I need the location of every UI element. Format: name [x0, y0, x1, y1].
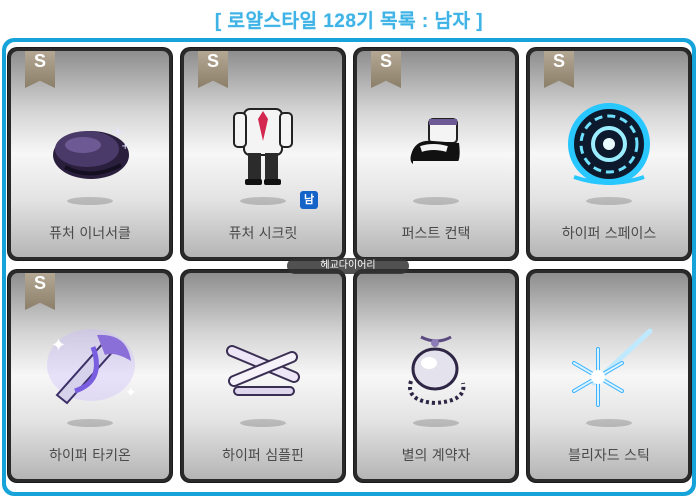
- s-rank-badge: S: [25, 273, 55, 310]
- svg-text:+: +: [111, 122, 124, 141]
- black-white-shoes-icon: [410, 118, 460, 166]
- blue-portal-ring-icon: [568, 103, 650, 185]
- purple-beret-hat-icon: + +: [53, 122, 129, 179]
- item-card[interactable]: 블리자드 스틱: [527, 270, 691, 482]
- svg-text:+: +: [121, 141, 129, 152]
- item-name: 퍼스트 컨택: [401, 226, 471, 242]
- item-card[interactable]: S + + 퓨처 이너서클: [8, 48, 172, 260]
- item-card[interactable]: S 남 퓨처 시크릿: [181, 48, 345, 260]
- item-card[interactable]: 별의 계약자: [354, 270, 518, 482]
- page-title: [ 로얄스타일 128기 목록 : 남자 ]: [214, 11, 484, 32]
- item-name: 퓨처 시크릿: [228, 226, 298, 242]
- svg-text:✦: ✦: [51, 335, 66, 356]
- s-rank-letter: S: [552, 51, 565, 71]
- item-name: 퓨처 이너서클: [49, 226, 131, 242]
- s-rank-badge: S: [25, 51, 55, 88]
- s-rank-letter: S: [33, 273, 46, 293]
- item-card[interactable]: S 하이퍼 스페이스: [527, 48, 691, 260]
- s-rank-badge: S: [371, 51, 401, 88]
- item-name: 하이퍼 심플핀: [222, 448, 304, 464]
- svg-text:✦: ✦: [125, 385, 137, 401]
- white-suit-outfit-icon: [233, 108, 293, 185]
- watermark-label: 헤교다이어리: [287, 258, 409, 274]
- item-card[interactable]: S 퍼스트 컨택: [354, 48, 518, 260]
- s-rank-letter: S: [33, 51, 46, 71]
- s-rank-badge: S: [544, 51, 574, 88]
- silver-stone-necklace-icon: [408, 335, 466, 406]
- purple-winged-sword-icon: ✦ ✦: [47, 329, 137, 405]
- item-card[interactable]: 하이퍼 심플핀: [181, 270, 345, 482]
- item-name: 하이퍼 타키온: [49, 448, 131, 464]
- item-card[interactable]: S ✦ ✦ 하이퍼 타키온: [8, 270, 172, 482]
- ice-snowflake-wand-icon: [572, 328, 653, 407]
- item-name: 별의 계약자: [401, 448, 471, 464]
- item-name: 하이퍼 스페이스: [561, 226, 657, 242]
- s-rank-letter: S: [379, 51, 392, 71]
- s-rank-badge: S: [198, 51, 228, 88]
- male-tag-badge: 남: [300, 191, 318, 209]
- item-name: 블리자드 스틱: [568, 448, 650, 464]
- crossed-white-pins-icon: [226, 345, 300, 396]
- s-rank-letter: S: [206, 51, 219, 71]
